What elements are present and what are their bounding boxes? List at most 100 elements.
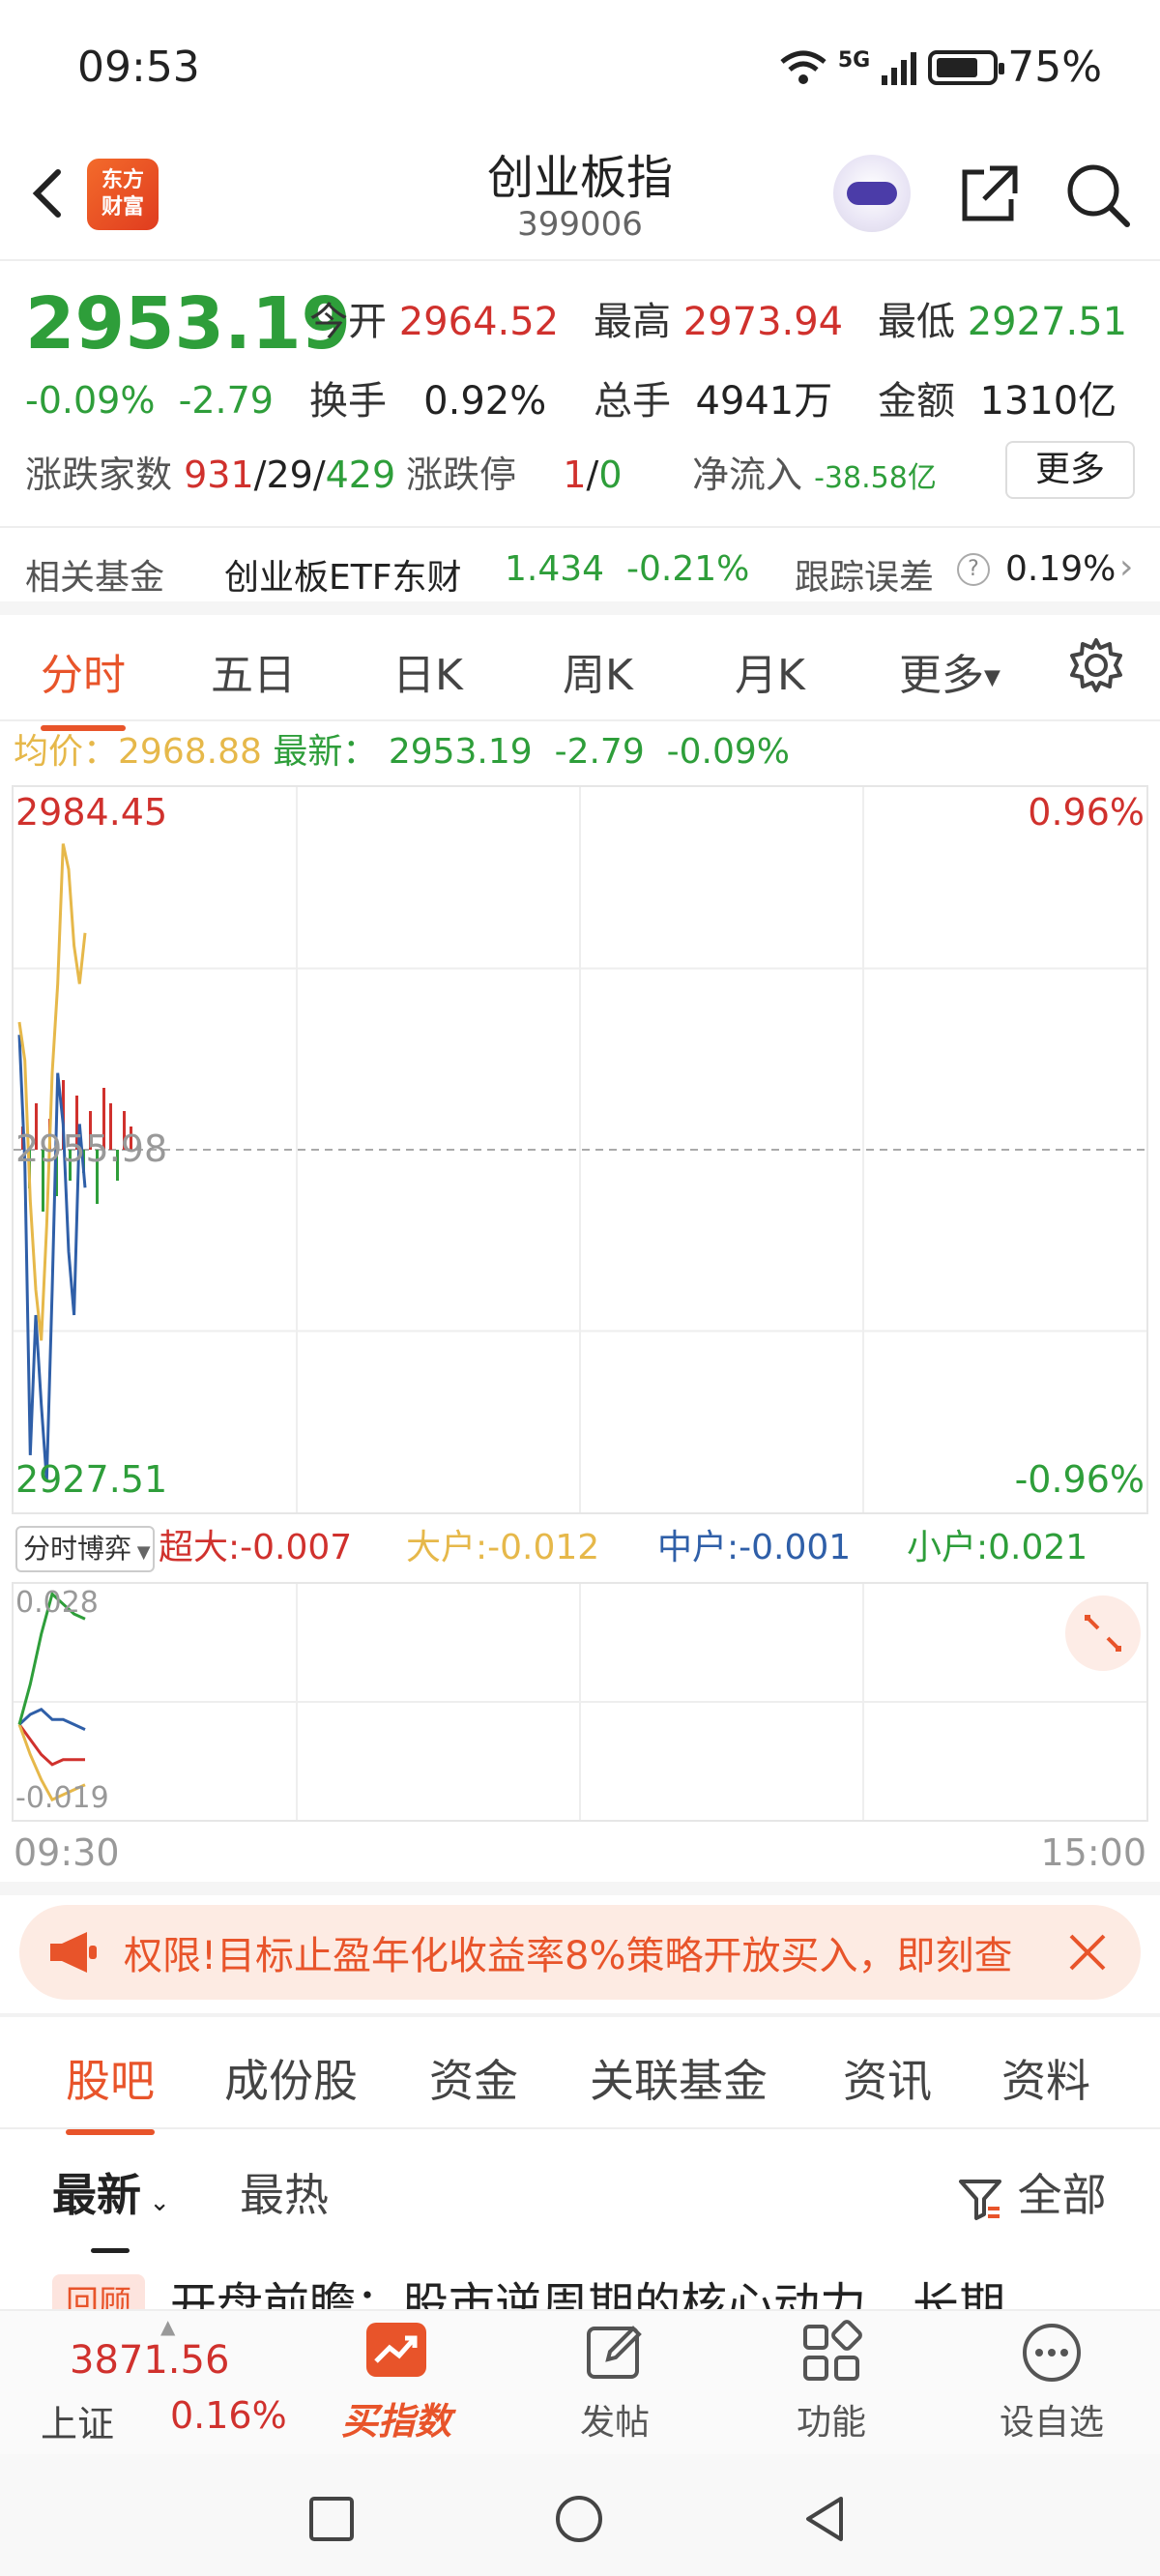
chevron-down-icon: ⌄	[141, 2188, 171, 2217]
expand-button[interactable]	[1065, 1595, 1141, 1671]
turnover-label: 换手	[309, 379, 387, 424]
close-icon[interactable]	[1063, 1928, 1112, 1976]
battery-icon	[928, 49, 1005, 85]
capital-flow-legend: 分时博弈 ▼ 超大:-0.007 大户:-0.012 中户:-0.001 小户:…	[0, 1518, 1160, 1578]
change-pct: -0.09%	[25, 379, 156, 422]
post-button[interactable]: 发帖	[537, 2311, 692, 2456]
inflow-field: 净流入 -38.58亿	[692, 445, 937, 498]
back-nav-icon[interactable]	[800, 2493, 849, 2545]
tracking-error-value: 0.19%	[1005, 549, 1116, 589]
filter-button[interactable]: 全部	[957, 2160, 1107, 2224]
small-value: 0.021	[988, 1528, 1088, 1567]
latest-value: 2953.19	[388, 732, 533, 772]
tab-more-label: 更多	[899, 651, 984, 700]
price-change: -0.09% -2.79	[25, 379, 274, 422]
buy-index-button[interactable]: 买指数	[319, 2311, 474, 2456]
large-label: 大户:	[406, 1528, 488, 1567]
sse-label: 上证	[41, 2403, 115, 2445]
pct-min-label: -0.96%	[1014, 1458, 1145, 1501]
turnover-value: 0.92%	[423, 379, 547, 424]
section-divider	[0, 1882, 1160, 1895]
high-value: 2973.94	[682, 300, 844, 344]
related-fund-row[interactable]: 相关基金 创业板ETF东财 1.434 -0.21% 跟踪误差 ? 0.19% …	[0, 526, 1160, 609]
tab-forum[interactable]: 股吧	[66, 2046, 155, 2135]
more-dots-icon	[1023, 2324, 1081, 2382]
small-flow: 小户:0.021	[907, 1518, 1088, 1578]
sort-latest[interactable]: 最新 ⌄	[52, 2160, 171, 2253]
time-start-label: 09:30	[14, 1831, 120, 1874]
flow-mode-label: 分时博弈	[23, 1533, 132, 1565]
capital-flow-chart[interactable]: 0.028 -0.019	[12, 1582, 1148, 1822]
tab-daily-k[interactable]: 日K	[392, 640, 463, 702]
low-field: 最低 2927.51	[878, 290, 1127, 346]
quote-panel: 2953.19 -0.09% -2.79 今开 2964.52 最高 2973.…	[0, 263, 1160, 601]
tab-five-day[interactable]: 五日	[211, 640, 296, 702]
content-tabs: 股吧 成份股 资金 关联基金 资讯 资料	[0, 2017, 1160, 2135]
inflow-value: -38.58亿	[814, 461, 937, 495]
sort-latest-label: 最新	[52, 2169, 141, 2221]
time-axis: 09:30 15:00	[0, 1824, 1160, 1882]
search-icon[interactable]	[1061, 159, 1133, 230]
battery-label: 75%	[1007, 43, 1102, 92]
flow-min-label: -0.019	[15, 1781, 109, 1815]
breadth-field: 涨跌家数 931/29/429	[25, 454, 396, 496]
tab-news[interactable]: 资讯	[843, 2046, 932, 2110]
flow-mode-select[interactable]: 分时博弈 ▼	[15, 1526, 155, 1572]
tab-funds-flow[interactable]: 资金	[429, 2046, 518, 2110]
tab-profile[interactable]: 资料	[1001, 2046, 1090, 2110]
fund-name[interactable]: 创业板ETF东财	[224, 549, 461, 600]
tab-more[interactable]: 更多▼	[899, 640, 1000, 702]
tab-intraday[interactable]: 分时	[41, 640, 126, 731]
sort-bar: 最新 ⌄ 最热 全部	[0, 2131, 1160, 2253]
tab-constituents[interactable]: 成份股	[224, 2046, 358, 2110]
add-favorite-button[interactable]: 设自选	[974, 2311, 1129, 2456]
low-label: 最低	[878, 300, 955, 344]
open-value: 2964.52	[398, 300, 560, 344]
large-value: -0.012	[487, 1528, 600, 1567]
chart-tabs: 分时 五日 日K 周K 月K 更多▼	[0, 615, 1160, 731]
home-icon[interactable]	[553, 2493, 605, 2545]
functions-button[interactable]: 功能	[754, 2311, 909, 2456]
y-mid-label: 2955.98	[15, 1127, 168, 1170]
super-flow: 超大:-0.007	[159, 1518, 352, 1578]
filter-icon	[959, 2179, 1001, 2220]
status-time: 09:53	[77, 43, 200, 92]
promo-banner[interactable]: 权限!目标止盈年化收益率8%策略开放买入，即刻查	[19, 1905, 1141, 2000]
up-count: 931	[184, 454, 254, 496]
expand-icon	[1085, 1615, 1121, 1652]
sort-hot[interactable]: 最热	[240, 2160, 329, 2224]
help-icon[interactable]: ?	[957, 553, 990, 586]
tab-weekly-k[interactable]: 周K	[563, 640, 633, 702]
high-field: 最高 2973.94	[594, 290, 843, 346]
more-button[interactable]: 更多	[1005, 441, 1135, 499]
flow-max-label: 0.028	[15, 1586, 99, 1620]
open-field: 今开 2964.52	[309, 290, 559, 346]
post-label: 发帖	[579, 2403, 650, 2443]
open-label: 今开	[309, 300, 387, 344]
tab-monthly-k[interactable]: 月K	[735, 640, 805, 702]
assistant-robot-icon[interactable]	[833, 155, 911, 232]
inflow-label: 净流入	[692, 454, 803, 496]
sse-value: 3871.56	[70, 2338, 230, 2383]
avg-label: 均价：	[14, 732, 119, 772]
super-label: 超大:	[159, 1528, 241, 1567]
mid-value: -0.001	[739, 1528, 852, 1567]
y-min-label: 2927.51	[15, 1458, 168, 1501]
volume-field: 总手 4941万	[594, 369, 832, 425]
intraday-chart[interactable]: 2984.45 2955.98 2927.51 0.96% -0.96%	[12, 785, 1148, 1514]
grid-icon	[803, 2320, 862, 2381]
promo-text[interactable]: 权限!目标止盈年化收益率8%策略开放买入，即刻查	[124, 1924, 1071, 1980]
sse-index-widget[interactable]: ▲ 3871.56 上证 0.16%	[29, 2311, 290, 2456]
functions-label: 功能	[796, 2403, 866, 2443]
tab-related-funds[interactable]: 关联基金	[590, 2046, 768, 2110]
series-line-0	[17, 1723, 85, 1767]
low-value: 2927.51	[967, 300, 1128, 344]
section-divider	[0, 601, 1160, 615]
gear-icon[interactable]	[1067, 636, 1125, 694]
wifi-icon	[780, 50, 826, 84]
y-max-label: 2984.45	[15, 791, 168, 834]
recent-apps-icon[interactable]	[307, 2495, 356, 2543]
share-icon[interactable]	[955, 161, 1023, 228]
filter-label: 全部	[1017, 2169, 1107, 2221]
chevron-right-icon: ›	[1119, 547, 1134, 587]
